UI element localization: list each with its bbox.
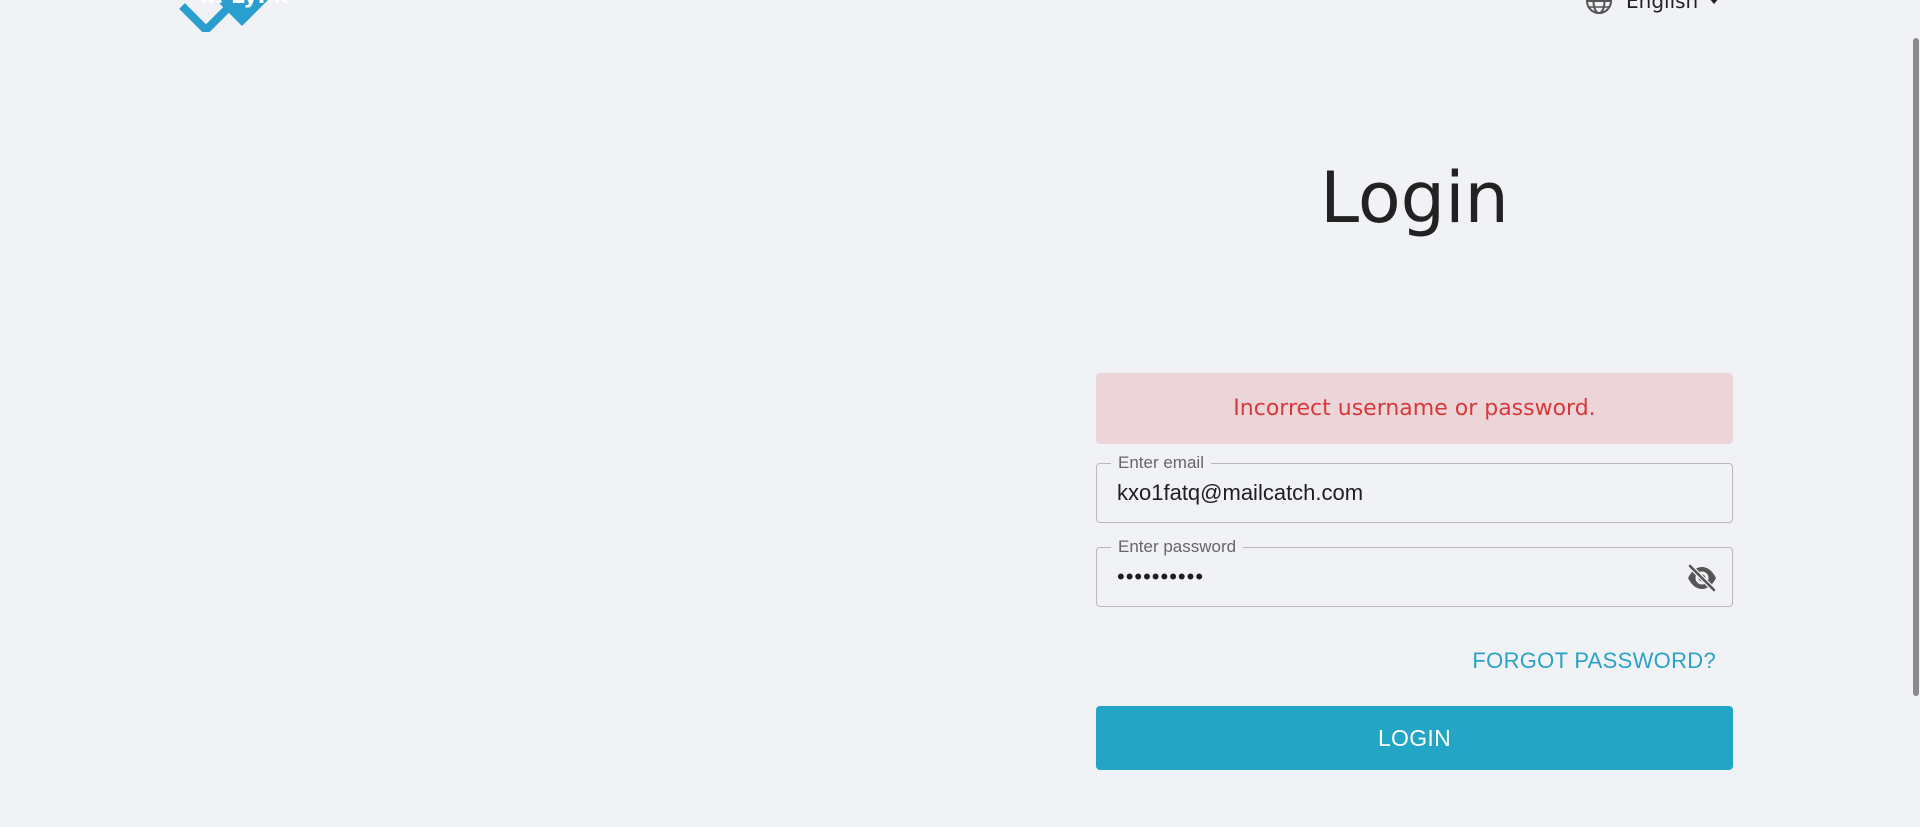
error-alert: Incorrect username or password. — [1096, 373, 1733, 444]
password-input[interactable] — [1117, 548, 1677, 606]
inlynk-logo[interactable]: in Lynk — [178, 0, 288, 32]
page-title: Login — [1320, 157, 1509, 239]
login-button[interactable]: LOGIN — [1096, 706, 1733, 770]
language-selector[interactable]: English — [1584, 0, 1720, 14]
forgot-password-link[interactable]: FORGOT PASSWORD? — [1420, 648, 1716, 674]
email-field: Enter email — [1096, 453, 1733, 523]
toggle-password-visibility-button[interactable] — [1686, 562, 1718, 594]
logo-text: in Lynk — [200, 0, 288, 8]
eye-off-icon — [1687, 563, 1717, 593]
globe-icon — [1586, 0, 1612, 14]
error-message: Incorrect username or password. — [1233, 396, 1596, 421]
language-label: English — [1626, 0, 1699, 13]
scrollbar-thumb[interactable] — [1913, 38, 1919, 696]
scrollbar-track[interactable] — [1912, 0, 1920, 827]
email-input[interactable] — [1117, 464, 1677, 522]
password-field: Enter password — [1096, 537, 1733, 607]
login-page: in Lynk English Login Incorrect username… — [0, 0, 1920, 827]
caret-down-icon — [1710, 0, 1718, 4]
